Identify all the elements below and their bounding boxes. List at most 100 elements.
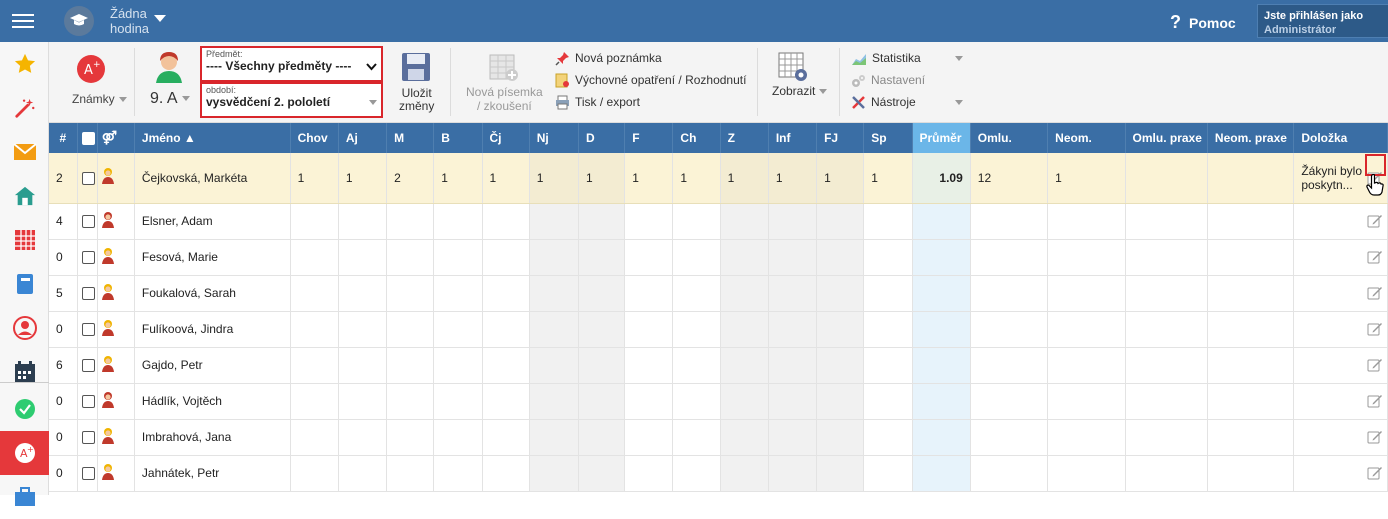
- grade-cell-z[interactable]: [720, 383, 769, 420]
- column-header-nj[interactable]: Nj: [529, 123, 579, 153]
- caret-down-icon[interactable]: [154, 15, 166, 22]
- marks-dropdown[interactable]: Známky: [72, 92, 127, 106]
- grade-cell-cj[interactable]: 1: [482, 153, 530, 204]
- grade-cell-d[interactable]: [578, 347, 626, 384]
- star-icon[interactable]: [0, 42, 49, 86]
- grade-cell-ch[interactable]: [672, 311, 721, 348]
- grade-cell-chov[interactable]: 1: [290, 153, 339, 204]
- grade-cell-f[interactable]: 1: [624, 153, 674, 204]
- checkbox[interactable]: [81, 431, 95, 445]
- column-header-unexcused[interactable]: Neom.: [1047, 123, 1126, 153]
- select-all-checkbox[interactable]: [77, 123, 98, 153]
- grade-cell-aj[interactable]: [338, 275, 388, 312]
- grade-cell-z[interactable]: [720, 203, 769, 240]
- magic-wand-icon[interactable]: [0, 86, 49, 130]
- column-header-aj[interactable]: Aj: [338, 123, 388, 153]
- excused-cell[interactable]: [970, 275, 1049, 312]
- grade-cell-fj[interactable]: [816, 203, 865, 240]
- grade-cell-chov[interactable]: [290, 383, 339, 420]
- user-circle-icon[interactable]: [0, 306, 49, 350]
- grade-cell-d[interactable]: [578, 419, 626, 456]
- floppy-disk-icon[interactable]: [401, 52, 431, 85]
- grade-cell-nj[interactable]: [529, 239, 579, 276]
- grade-cell-nj[interactable]: [529, 419, 579, 456]
- grade-cell-f[interactable]: [624, 419, 674, 456]
- grade-cell-f[interactable]: [624, 347, 674, 384]
- graduation-cap-icon[interactable]: [64, 6, 94, 36]
- grade-cell-b[interactable]: [433, 311, 483, 348]
- grade-cell-m[interactable]: [386, 311, 435, 348]
- grade-cell-nj[interactable]: [529, 311, 579, 348]
- table-row[interactable]: 2 Čejkovská, Markéta 1 1 2 1 1 1 1 1 1 1 1 1 1 1.09 12 1 Ž…: [49, 153, 1388, 204]
- column-header-name[interactable]: Jméno ▲: [134, 123, 291, 153]
- table-row[interactable]: 0 Fulíkoová, Jindra: [49, 311, 1388, 348]
- grades-icon[interactable]: A +: [0, 431, 49, 475]
- grade-cell-aj[interactable]: 1: [338, 153, 388, 204]
- grade-cell-m[interactable]: [386, 419, 435, 456]
- student-name[interactable]: Gajdo, Petr: [134, 347, 291, 384]
- excused-cell[interactable]: [970, 419, 1049, 456]
- grade-cell-inf[interactable]: [768, 239, 818, 276]
- grade-cell-cj[interactable]: [482, 347, 530, 384]
- checkbox[interactable]: [81, 251, 95, 265]
- row-select[interactable]: [77, 275, 98, 312]
- unexcused-cell[interactable]: [1047, 311, 1126, 348]
- grade-cell-aj[interactable]: [338, 311, 388, 348]
- tools-menu[interactable]: Nástroje: [851, 92, 963, 112]
- grade-cell-z[interactable]: 1: [720, 153, 769, 204]
- grade-cell-m[interactable]: [386, 275, 435, 312]
- grade-cell-d[interactable]: 1: [578, 153, 626, 204]
- subject-select[interactable]: Předmět: ---- Všechny předměty ----: [200, 46, 383, 82]
- grade-cell-cj[interactable]: [482, 239, 530, 276]
- grade-cell-chov[interactable]: [290, 203, 339, 240]
- unexcused-cell[interactable]: [1047, 239, 1126, 276]
- grade-cell-fj[interactable]: [816, 311, 865, 348]
- grade-cell-inf[interactable]: [768, 383, 818, 420]
- grade-cell-chov[interactable]: [290, 311, 339, 348]
- grade-cell-sp[interactable]: [863, 239, 913, 276]
- student-name[interactable]: Fulíkoová, Jindra: [134, 311, 291, 348]
- grade-cell-b[interactable]: 1: [433, 153, 483, 204]
- grade-cell-f[interactable]: [624, 275, 674, 312]
- grade-cell-nj[interactable]: [529, 347, 579, 384]
- grade-cell-inf[interactable]: 1: [768, 153, 818, 204]
- notebook-icon[interactable]: [0, 262, 49, 306]
- new-exam-button[interactable]: Nová písemka / zkoušení: [466, 85, 543, 113]
- checkbox[interactable]: [81, 323, 95, 337]
- unexcused-practice-cell[interactable]: [1207, 203, 1295, 240]
- checkbox[interactable]: [81, 359, 95, 373]
- grade-cell-z[interactable]: [720, 419, 769, 456]
- unexcused-cell[interactable]: [1047, 275, 1126, 312]
- print-export-button[interactable]: Tisk / export: [555, 92, 640, 112]
- grade-cell-aj[interactable]: [338, 455, 388, 492]
- unexcused-practice-cell[interactable]: [1207, 455, 1295, 492]
- grade-cell-d[interactable]: [578, 239, 626, 276]
- grade-cell-z[interactable]: [720, 311, 769, 348]
- grade-cell-inf[interactable]: [768, 203, 818, 240]
- excused-practice-cell[interactable]: [1125, 383, 1208, 420]
- checkbox[interactable]: [81, 395, 95, 409]
- clause-cell[interactable]: [1293, 455, 1388, 492]
- column-header-d[interactable]: D: [578, 123, 626, 153]
- briefcase-icon[interactable]: [0, 475, 49, 519]
- clause-cell[interactable]: [1293, 383, 1388, 420]
- grade-cell-fj[interactable]: [816, 383, 865, 420]
- grade-cell-z[interactable]: [720, 455, 769, 492]
- row-select[interactable]: [77, 153, 98, 204]
- grade-cell-m[interactable]: [386, 383, 435, 420]
- grade-cell-fj[interactable]: [816, 419, 865, 456]
- clause-cell[interactable]: [1293, 311, 1388, 348]
- grade-cell-d[interactable]: [578, 383, 626, 420]
- save-changes-button[interactable]: Uložit změny: [399, 87, 434, 113]
- edit-icon[interactable]: [1367, 285, 1383, 301]
- mail-icon[interactable]: [0, 130, 49, 174]
- row-select[interactable]: [77, 311, 98, 348]
- grade-cell-sp[interactable]: [863, 203, 913, 240]
- grade-cell-inf[interactable]: [768, 275, 818, 312]
- unexcused-cell[interactable]: [1047, 455, 1126, 492]
- unexcused-cell[interactable]: [1047, 383, 1126, 420]
- grade-cell-m[interactable]: [386, 203, 435, 240]
- row-select[interactable]: [77, 203, 98, 240]
- current-hour-selector[interactable]: Žádna hodina: [110, 6, 149, 36]
- grade-cell-nj[interactable]: [529, 275, 579, 312]
